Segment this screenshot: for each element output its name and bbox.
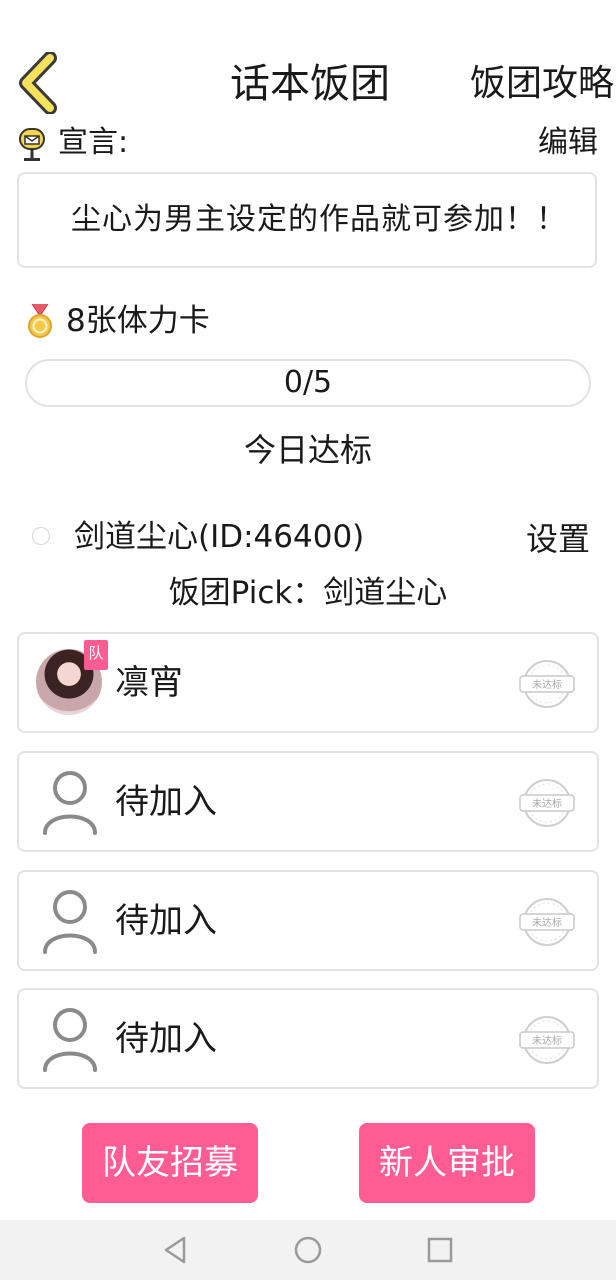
stamp-icon: 未达标	[519, 777, 575, 829]
member-card[interactable]: 待加入 未达标	[17, 751, 599, 852]
progress-label: 0/5	[283, 365, 333, 400]
member-card[interactable]: 待加入 未达标	[17, 870, 599, 971]
recruit-button[interactable]: 队友招募	[82, 1123, 258, 1203]
member-card[interactable]: 队 凛宵 未达标	[17, 632, 599, 733]
member-name: 待加入	[115, 1019, 217, 1059]
nav-recents-icon[interactable]	[424, 1234, 456, 1266]
svg-text:未达标: 未达标	[532, 917, 562, 929]
person-icon	[43, 1008, 97, 1072]
nav-home-icon[interactable]	[292, 1234, 324, 1266]
svg-text:未达标: 未达标	[532, 679, 562, 691]
medal-icon	[26, 302, 54, 340]
progress-bar: 0/5	[25, 359, 591, 407]
leader-name: 剑道尘心(ID:46400)	[74, 519, 365, 555]
declaration-label: 宣言:	[58, 125, 129, 160]
svg-text:未达标: 未达标	[532, 1035, 562, 1047]
member-name: 待加入	[115, 782, 217, 822]
declaration-box: 尘心为男主设定的作品就可参加！！	[17, 172, 597, 268]
person-icon	[43, 771, 97, 835]
mailbox-icon	[18, 127, 46, 163]
reward-text: 8张体力卡	[66, 303, 210, 339]
declaration-text: 尘心为男主设定的作品就可参加！！	[71, 202, 567, 237]
back-chevron-icon	[19, 51, 57, 115]
system-nav-bar	[0, 1220, 616, 1280]
svg-text:未达标: 未达标	[532, 798, 562, 810]
edit-button[interactable]: 编辑	[538, 118, 598, 168]
leader-avatar[interactable]	[32, 527, 50, 545]
member-name: 凛宵	[115, 663, 183, 703]
member-name: 待加入	[115, 901, 217, 941]
stamp-icon: 未达标	[519, 896, 575, 948]
settings-button[interactable]: 设置	[526, 514, 590, 564]
member-card[interactable]: 待加入 未达标	[17, 988, 599, 1089]
page-title: 话本饭团	[230, 61, 390, 107]
team-pick: 饭团Pick：剑道尘心	[168, 575, 448, 611]
progress-caption: 今日达标	[243, 431, 372, 469]
back-button[interactable]	[12, 51, 64, 115]
leader-badge: 队	[84, 640, 108, 670]
strategy-link[interactable]: 饭团攻略	[438, 54, 614, 114]
person-icon	[43, 890, 97, 954]
nav-back-icon[interactable]	[160, 1234, 192, 1266]
stamp-icon: 未达标	[519, 1014, 575, 1066]
stamp-icon: 未达标	[519, 658, 575, 710]
approve-button[interactable]: 新人审批	[359, 1123, 535, 1203]
